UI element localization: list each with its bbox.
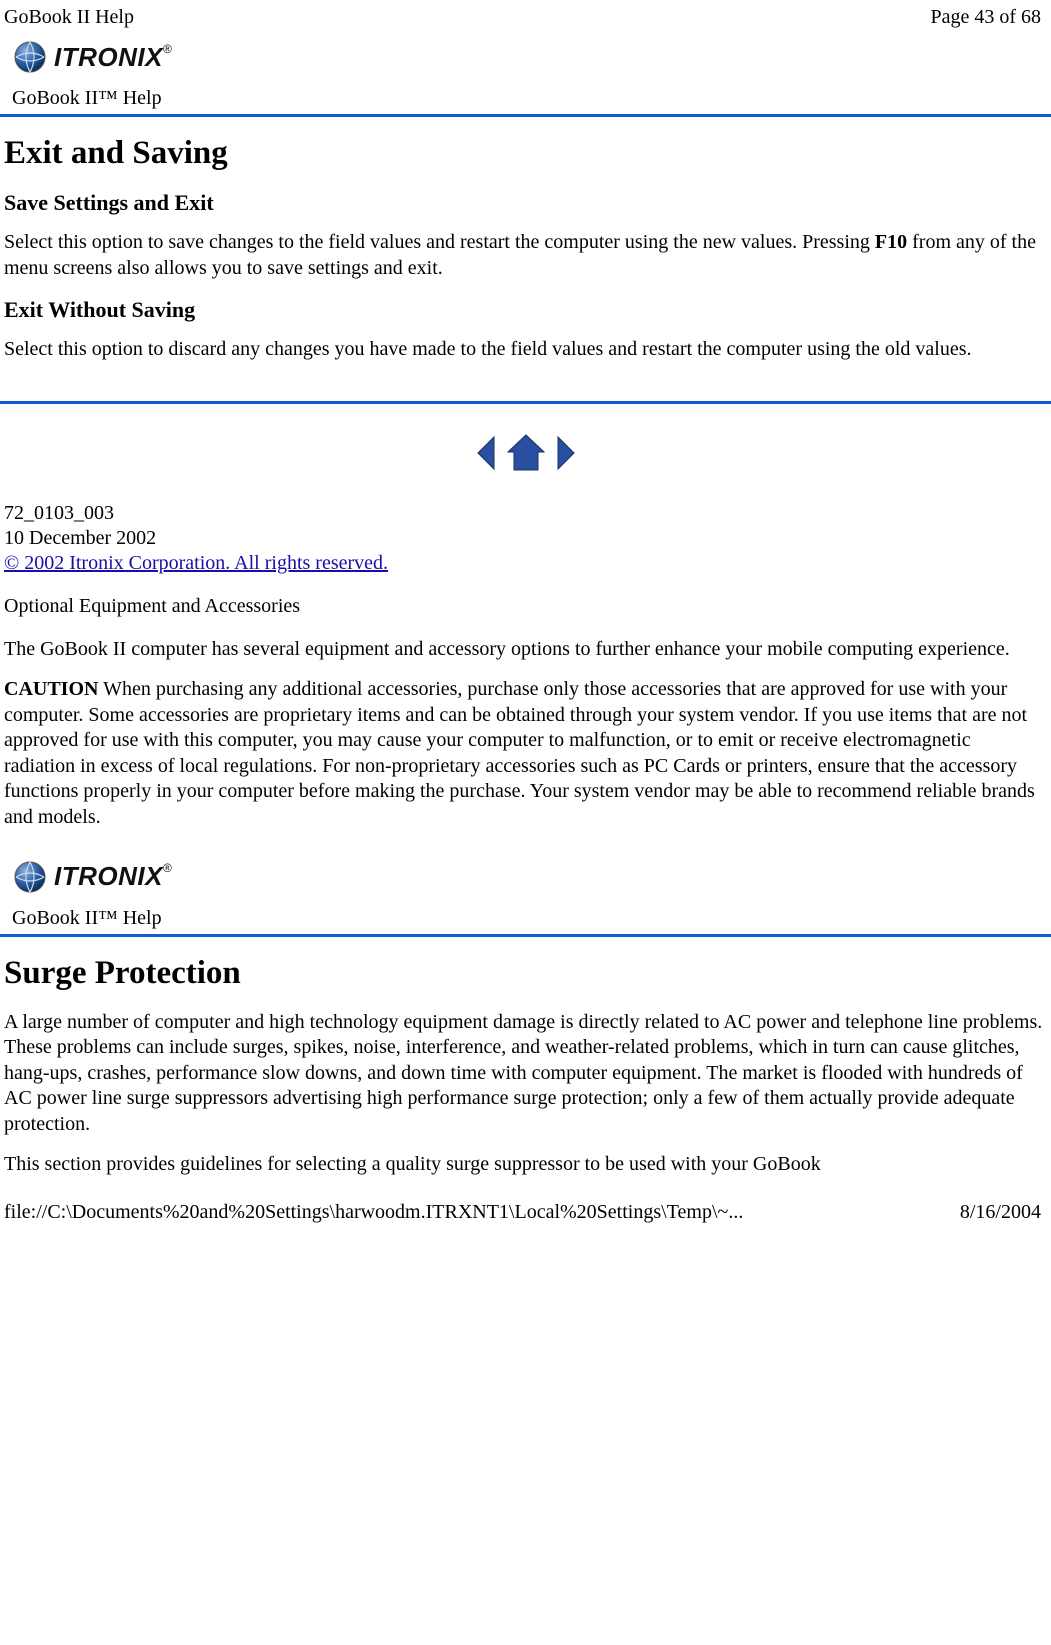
doc-date: 10 December 2002 (4, 526, 1045, 551)
copyright-link[interactable]: © 2002 Itronix Corporation. All rights r… (4, 552, 388, 574)
arrow-right-icon[interactable] (556, 433, 578, 473)
nav-row (0, 404, 1051, 501)
caution-paragraph: CAUTION When purchasing any additional a… (4, 677, 1045, 831)
section-title-surge-protection: Surge Protection (4, 955, 1045, 992)
subsection-exit-without-saving: Exit Without Saving (4, 297, 1045, 323)
arrow-left-icon[interactable] (474, 433, 496, 473)
globe-icon (12, 39, 48, 75)
logo-registered-mark: ® (163, 861, 172, 875)
logo-block: ITRONIX® (0, 851, 1051, 905)
header-left: GoBook II Help (4, 6, 134, 29)
save-settings-paragraph: Select this option to save changes to th… (4, 230, 1045, 281)
logo-block: ITRONIX® (0, 31, 1051, 85)
page-footer: file://C:\Documents%20and%20Settings\har… (0, 1183, 1051, 1230)
help-label-row: GoBook II™ Help (0, 905, 1051, 934)
caution-label: CAUTION (4, 678, 98, 700)
doc-id: 72_0103_003 (4, 501, 1045, 526)
surge-protection-para1: A large number of computer and high tech… (4, 1010, 1045, 1138)
help-label-row: GoBook II™ Help (0, 85, 1051, 114)
logo-brand-text: ITRONIX (54, 42, 163, 72)
text-part: Select this option to save changes to th… (4, 231, 875, 253)
page-header: GoBook II Help Page 43 of 68 (0, 0, 1051, 31)
document-meta: 72_0103_003 10 December 2002 © 2002 Itro… (0, 501, 1051, 584)
header-right: Page 43 of 68 (930, 6, 1041, 29)
key-f10: F10 (875, 231, 907, 253)
help-label: GoBook II™ Help (12, 87, 162, 109)
exit-and-saving-section: Exit and Saving Save Settings and Exit S… (0, 117, 1051, 383)
footer-path: file://C:\Documents%20and%20Settings\har… (4, 1201, 743, 1224)
logo-brand-text: ITRONIX (54, 861, 163, 891)
globe-icon (12, 859, 48, 895)
optional-equipment-intro: The GoBook II computer has several equip… (4, 637, 1045, 663)
surge-protection-section: Surge Protection A large number of compu… (0, 937, 1051, 1184)
help-label: GoBook II™ Help (12, 907, 162, 929)
optional-equipment-section: Optional Equipment and Accessories The G… (0, 584, 1051, 851)
logo-registered-mark: ® (163, 42, 172, 56)
itronix-logo: ITRONIX® (12, 39, 172, 75)
footer-date: 8/16/2004 (960, 1201, 1041, 1224)
section-title-exit-and-saving: Exit and Saving (4, 135, 1045, 172)
caution-text: When purchasing any additional accessori… (4, 678, 1035, 828)
itronix-logo: ITRONIX® (12, 859, 172, 895)
exit-without-saving-paragraph: Select this option to discard any change… (4, 337, 1045, 363)
optional-equipment-heading: Optional Equipment and Accessories (4, 594, 1045, 620)
home-icon[interactable] (504, 432, 548, 474)
subsection-save-settings: Save Settings and Exit (4, 190, 1045, 216)
surge-protection-para2: This section provides guidelines for sel… (4, 1152, 1045, 1178)
